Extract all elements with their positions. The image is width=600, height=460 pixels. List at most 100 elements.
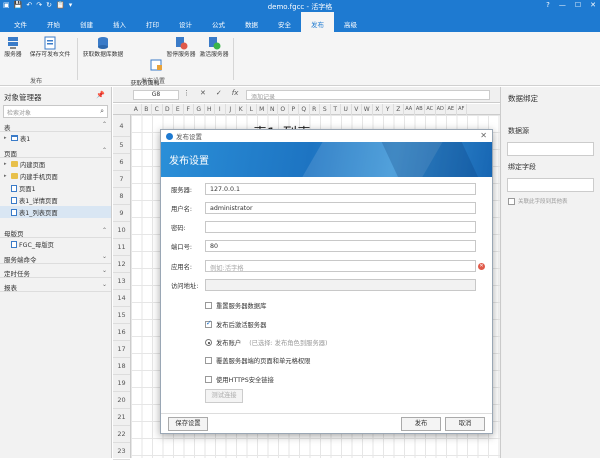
save-settings-button[interactable]: 保存设置 (168, 417, 208, 431)
password-input[interactable] (205, 221, 476, 233)
column-header[interactable]: X (373, 104, 383, 115)
section-pages[interactable]: 页面 ⌃ (0, 146, 111, 158)
tree-item-table1-list[interactable]: 表1_列表页面 (0, 206, 111, 218)
section-server-commands[interactable]: 服务端命令 ⌄ (0, 252, 111, 264)
tab-design[interactable]: 设计 (169, 12, 202, 32)
column-header[interactable]: AC (425, 104, 436, 115)
tab-formula[interactable]: 公式 (202, 12, 235, 32)
fetch-db-data-button[interactable]: 获取数据库数据 (80, 36, 126, 59)
expand-caret-icon[interactable]: ▸ (4, 161, 9, 167)
column-header[interactable]: V (352, 104, 362, 115)
row-header[interactable]: 11 (113, 239, 130, 256)
overwrite-db-checkbox[interactable] (205, 302, 212, 309)
cancel-formula-icon[interactable]: ✕ (200, 89, 206, 97)
column-header[interactable]: B (142, 104, 152, 115)
column-header[interactable]: M (257, 104, 268, 115)
tab-print[interactable]: 打印 (136, 12, 169, 32)
activate-after-option[interactable]: 发布后激活服务器 (205, 319, 266, 329)
column-header[interactable]: C (152, 104, 163, 115)
publish-button[interactable]: 发布 (401, 417, 441, 431)
collapse-icon[interactable]: ⌃ (102, 147, 107, 154)
tab-file[interactable]: 文件 (4, 12, 37, 32)
row-header[interactable]: 12 (113, 256, 130, 273)
datasource-field[interactable] (507, 142, 594, 156)
tab-advanced[interactable]: 高级 (334, 12, 367, 32)
tab-security[interactable]: 安全 (268, 12, 301, 32)
tab-create[interactable]: 创建 (70, 12, 103, 32)
maximize-icon[interactable]: ☐ (575, 1, 581, 9)
section-master-pages[interactable]: 母版页 ⌃ (0, 226, 111, 238)
collapse-icon[interactable]: ⌃ (102, 121, 107, 128)
row-header[interactable]: 16 (113, 324, 130, 341)
expand-icon[interactable]: ⌄ (102, 253, 107, 260)
column-header[interactable]: R (310, 104, 320, 115)
section-scheduled-tasks[interactable]: 定时任务 ⌄ (0, 266, 111, 278)
username-input[interactable]: administrator (205, 202, 476, 214)
column-header[interactable]: G (194, 104, 205, 115)
overwrite-db-option[interactable]: 重置服务器数据库 (205, 301, 266, 310)
row-header[interactable]: 8 (113, 188, 130, 205)
pause-server-button[interactable]: 暂停服务器 (166, 36, 196, 59)
expand-icon[interactable]: ⌄ (102, 267, 107, 274)
collapse-icon[interactable]: ⌃ (102, 227, 107, 234)
cancel-button[interactable]: 取消 (445, 417, 485, 431)
port-input[interactable]: 80 (205, 240, 476, 252)
tab-home[interactable]: 开始 (37, 12, 70, 32)
expand-caret-icon[interactable]: ▸ (4, 135, 9, 141)
checkbox[interactable] (508, 197, 515, 205)
activate-server-button[interactable]: 激活服务器 (198, 36, 230, 59)
column-header[interactable]: P (289, 104, 299, 115)
row-header[interactable]: 9 (113, 205, 130, 222)
expand-icon[interactable]: ⌄ (102, 281, 107, 288)
column-header[interactable]: T (331, 104, 341, 115)
row-header[interactable]: 17 (113, 341, 130, 358)
column-header[interactable]: AD (436, 104, 446, 115)
server-input[interactable]: 127.0.0.1 (205, 183, 476, 195)
row-header[interactable]: 23 (113, 443, 130, 460)
tab-insert[interactable]: 插入 (103, 12, 136, 32)
column-header[interactable]: D (163, 104, 173, 115)
column-header[interactable]: U (341, 104, 352, 115)
appname-input[interactable]: 例如:活字格 (205, 260, 476, 272)
column-header[interactable]: O (278, 104, 289, 115)
publish-account-option[interactable]: 发布账户 (已选择: 发布角色到服务器) (205, 338, 328, 347)
cell-reference-box[interactable]: G8 (133, 90, 179, 100)
column-header[interactable]: L (247, 104, 257, 115)
column-header[interactable]: J (226, 104, 236, 115)
column-header[interactable]: N (268, 104, 278, 115)
section-tables[interactable]: 表 ⌃ (0, 120, 111, 132)
section-reports[interactable]: 报表 ⌄ (0, 280, 111, 292)
overwrite-perms-checkbox[interactable] (205, 357, 212, 364)
dialog-close-icon[interactable]: ✕ (480, 131, 487, 140)
test-connection-button[interactable]: 测试连接 (205, 389, 243, 403)
row-header[interactable]: 19 (113, 375, 130, 392)
https-option[interactable]: 使用HTTPS安全链接 (205, 375, 274, 384)
bind-field-input[interactable] (507, 178, 594, 192)
column-header[interactable]: W (362, 104, 373, 115)
column-header[interactable]: F (184, 104, 194, 115)
column-header[interactable]: I (215, 104, 226, 115)
help-icon[interactable]: ? (546, 1, 550, 9)
tab-publish[interactable]: 发布 (301, 12, 334, 32)
https-checkbox[interactable] (205, 376, 212, 383)
tab-data[interactable]: 数据 (235, 12, 268, 32)
column-header[interactable]: AB (415, 104, 425, 115)
tree-item-table1-detail[interactable]: 表1_详情页面 (0, 194, 111, 206)
formula-input[interactable]: 添加记录 (246, 90, 490, 101)
expand-caret-icon[interactable]: ▸ (4, 173, 9, 179)
row-header[interactable]: 13 (113, 273, 130, 290)
confirm-formula-icon[interactable]: ✓ (216, 89, 222, 97)
close-icon[interactable]: ✕ (590, 1, 596, 9)
function-icon[interactable]: fx (232, 89, 239, 97)
server-button[interactable]: 服务器 (4, 36, 22, 59)
column-header[interactable]: K (236, 104, 247, 115)
tree-item-master-page[interactable]: FGC_母版页 (0, 238, 111, 250)
row-header[interactable]: 10 (113, 222, 130, 239)
pin-icon[interactable]: 📌 (96, 91, 105, 99)
tree-item-page1[interactable]: 页面1 (0, 182, 111, 194)
search-icon[interactable]: ⌕ (100, 107, 104, 116)
row-header[interactable]: 22 (113, 426, 130, 443)
row-header[interactable]: 6 (113, 154, 130, 171)
column-header[interactable]: A (131, 104, 142, 115)
column-header[interactable]: Y (383, 104, 394, 115)
